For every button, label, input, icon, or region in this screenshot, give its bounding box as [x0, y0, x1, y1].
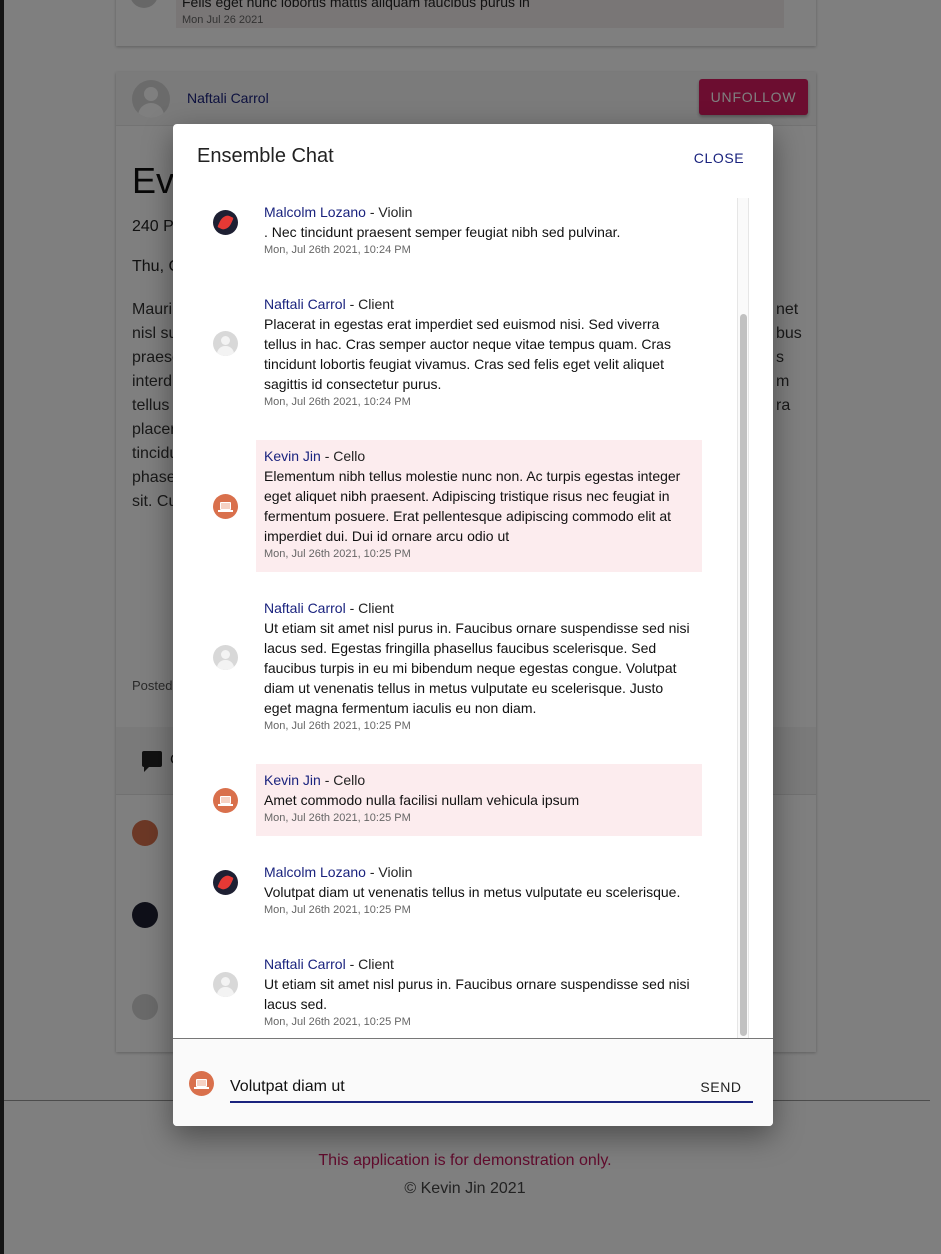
laptop-avatar-icon	[213, 494, 238, 519]
compose-bar: SEND	[173, 1038, 773, 1126]
sender-role: - Client	[345, 296, 394, 312]
sender-role: - Violin	[365, 204, 413, 220]
scrollbar-thumb[interactable]	[740, 314, 747, 1036]
user-body	[217, 660, 234, 670]
user-body	[217, 987, 234, 997]
sender-name-link[interactable]: Malcolm Lozano	[264, 864, 366, 880]
message-timestamp: Mon, Jul 26th 2021, 10:25 PM	[264, 904, 411, 916]
user-head	[221, 650, 230, 659]
laptop-base	[194, 1087, 209, 1089]
sender-role: - Cello	[320, 772, 366, 788]
laptop-avatar-icon	[213, 788, 238, 813]
sender-role: - Client	[345, 600, 394, 616]
message-bubble: Kevin Jin - Cello Elementum nibh tellus m…	[256, 440, 702, 572]
message-header: Kevin Jin - Cello	[264, 446, 694, 466]
message-text: Placerat in egestas erat imperdiet sed e…	[264, 316, 671, 392]
laptop-icon	[196, 1079, 207, 1087]
sender-name-link[interactable]: Naftali Carrol	[264, 956, 346, 972]
chat-message: Naftali Carrol - Client Ut etiam sit amet…	[197, 948, 729, 1028]
message-header: Naftali Carrol - Client	[264, 294, 694, 314]
send-button[interactable]: SEND	[693, 1075, 749, 1099]
scrollbar[interactable]	[737, 198, 749, 1038]
user-body	[217, 346, 234, 356]
violin-flame-avatar-icon	[213, 870, 238, 895]
message-timestamp: Mon, Jul 26th 2021, 10:25 PM	[264, 812, 411, 824]
message-bubble: Kevin Jin - Cello Amet commodo nulla faci…	[256, 764, 702, 836]
message-bubble: Naftali Carrol - Client Ut etiam sit amet…	[256, 592, 702, 732]
sender-name-link[interactable]: Malcolm Lozano	[264, 204, 366, 220]
laptop-base	[218, 510, 233, 512]
laptop-base	[218, 804, 233, 806]
chat-message: Malcolm Lozano - Violin . Nec tincidunt p…	[197, 196, 729, 256]
message-timestamp: Mon, Jul 26th 2021, 10:25 PM	[264, 720, 411, 732]
message-text: Ut etiam sit amet nisl purus in. Faucibu…	[264, 620, 690, 716]
message-header: Kevin Jin - Cello	[264, 770, 694, 790]
dialog-title: Ensemble Chat	[197, 145, 334, 167]
close-button[interactable]: CLOSE	[681, 146, 757, 170]
chat-message: Naftali Carrol - Client Ut etiam sit amet…	[197, 592, 729, 732]
laptop-icon	[220, 502, 231, 510]
message-bubble: Naftali Carrol - Client Ut etiam sit amet…	[256, 948, 702, 1028]
flame-icon	[217, 213, 234, 232]
default-user-avatar-icon	[213, 331, 238, 356]
sender-name-link[interactable]: Naftali Carrol	[264, 296, 346, 312]
sender-role: - Client	[345, 956, 394, 972]
message-header: Malcolm Lozano - Violin	[264, 862, 694, 882]
chat-message: Kevin Jin - Cello Amet commodo nulla faci…	[197, 764, 729, 836]
chat-message: Malcolm Lozano - Violin Volutpat diam ut …	[197, 856, 729, 916]
default-user-avatar-icon	[213, 972, 238, 997]
user-head	[221, 977, 230, 986]
message-timestamp: Mon, Jul 26th 2021, 10:24 PM	[264, 244, 411, 256]
message-bubble: Malcolm Lozano - Violin . Nec tincidunt p…	[256, 196, 702, 256]
sender-name-link[interactable]: Kevin Jin	[264, 772, 321, 788]
message-timestamp: Mon, Jul 26th 2021, 10:25 PM	[264, 1016, 411, 1028]
laptop-icon	[220, 796, 231, 804]
message-input[interactable]	[230, 1077, 753, 1103]
sender-role: - Cello	[320, 448, 366, 464]
message-header: Naftali Carrol - Client	[264, 598, 694, 618]
message-text: Volutpat diam ut venenatis tellus in met…	[264, 884, 681, 900]
message-list[interactable]: Malcolm Lozano - Violin . Nec tincidunt p…	[197, 196, 749, 1038]
violin-flame-avatar-icon	[213, 210, 238, 235]
message-header: Naftali Carrol - Client	[264, 954, 694, 974]
sender-role: - Violin	[365, 864, 413, 880]
flame-icon	[217, 873, 234, 892]
chat-message: Kevin Jin - Cello Elementum nibh tellus m…	[197, 440, 729, 572]
chat-message: Naftali Carrol - Client Placerat in egest…	[197, 288, 729, 408]
message-bubble: Naftali Carrol - Client Placerat in egest…	[256, 288, 702, 408]
message-header: Malcolm Lozano - Violin	[264, 202, 694, 222]
message-text: Ut etiam sit amet nisl purus in. Faucibu…	[264, 976, 690, 1012]
message-bubble: Malcolm Lozano - Violin Volutpat diam ut …	[256, 856, 702, 916]
default-user-avatar-icon	[213, 645, 238, 670]
sender-name-link[interactable]: Naftali Carrol	[264, 600, 346, 616]
message-text: Elementum nibh tellus molestie nunc non.…	[264, 468, 681, 544]
user-head	[221, 336, 230, 345]
laptop-avatar-icon	[189, 1071, 214, 1096]
sender-name-link[interactable]: Kevin Jin	[264, 448, 321, 464]
ensemble-chat-dialog: Ensemble Chat CLOSE Malcolm Lozano - Vio…	[173, 124, 773, 1126]
message-text: Amet commodo nulla facilisi nullam vehic…	[264, 792, 580, 808]
message-timestamp: Mon, Jul 26th 2021, 10:25 PM	[264, 548, 411, 560]
message-timestamp: Mon, Jul 26th 2021, 10:24 PM	[264, 396, 411, 408]
message-text: . Nec tincidunt praesent semper feugiat …	[264, 224, 621, 240]
